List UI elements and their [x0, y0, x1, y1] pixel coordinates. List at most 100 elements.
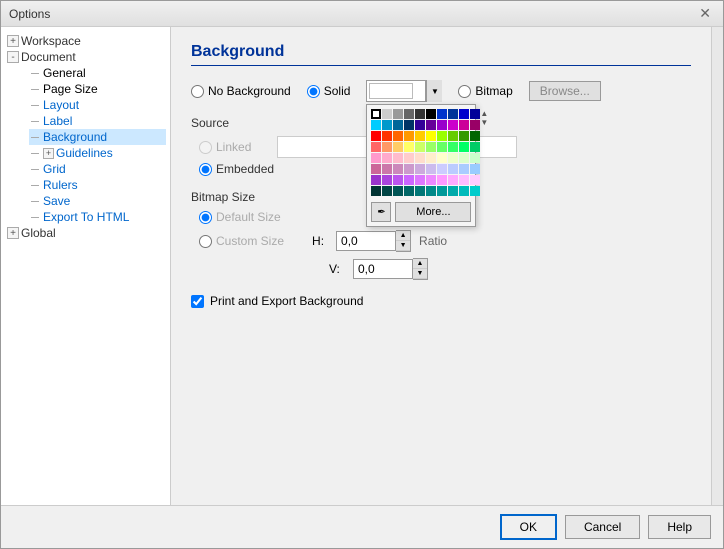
sidebar-item-grid[interactable]: Grid — [29, 161, 166, 177]
color-cell[interactable] — [371, 153, 381, 163]
color-cell[interactable] — [393, 164, 403, 174]
color-cell[interactable] — [382, 142, 392, 152]
sidebar-item-layout[interactable]: Layout — [29, 97, 166, 113]
sidebar-item-page-size[interactable]: Page Size — [29, 81, 166, 97]
linked-radio[interactable] — [199, 141, 212, 154]
color-cell[interactable] — [437, 186, 447, 196]
color-cell[interactable] — [404, 131, 414, 141]
sidebar-item-document[interactable]: - Document — [5, 49, 166, 65]
h-input[interactable] — [336, 231, 396, 251]
bitmap-radio[interactable] — [458, 85, 471, 98]
sidebar-item-save[interactable]: Save — [29, 193, 166, 209]
color-cell[interactable] — [393, 175, 403, 185]
color-cell[interactable] — [437, 131, 447, 141]
color-cell[interactable] — [448, 153, 458, 163]
cancel-button[interactable]: Cancel — [565, 515, 640, 539]
color-cell[interactable] — [404, 175, 414, 185]
color-cell[interactable] — [393, 120, 403, 130]
color-cell[interactable] — [371, 109, 381, 119]
toggle-global[interactable]: + — [7, 227, 19, 239]
v-input[interactable] — [353, 259, 413, 279]
h-down-button[interactable]: ▼ — [396, 241, 410, 251]
color-cell[interactable] — [426, 164, 436, 174]
color-cell[interactable] — [393, 131, 403, 141]
color-cell[interactable] — [437, 153, 447, 163]
color-cell[interactable] — [404, 153, 414, 163]
color-cell[interactable] — [470, 131, 480, 141]
color-cell[interactable] — [459, 164, 469, 174]
close-button[interactable]: ✕ — [695, 5, 715, 22]
toggle-guidelines[interactable]: + — [43, 148, 54, 159]
v-down-button[interactable]: ▼ — [413, 269, 427, 279]
help-button[interactable]: Help — [648, 515, 711, 539]
custom-size-option[interactable]: Custom Size — [199, 234, 284, 248]
more-colors-button[interactable]: More... — [395, 202, 471, 222]
color-cell[interactable] — [426, 175, 436, 185]
browse-button[interactable]: Browse... — [529, 81, 601, 101]
dropdown-arrow[interactable]: ▼ — [426, 80, 442, 102]
sidebar-item-rulers[interactable]: Rulers — [29, 177, 166, 193]
color-cell[interactable] — [393, 109, 403, 119]
toggle-document[interactable]: - — [7, 51, 19, 63]
default-size-radio[interactable] — [199, 211, 212, 224]
color-cell[interactable] — [382, 164, 392, 174]
h-up-button[interactable]: ▲ — [396, 231, 410, 241]
color-cell[interactable] — [448, 142, 458, 152]
color-cell[interactable] — [459, 120, 469, 130]
color-cell[interactable] — [448, 175, 458, 185]
color-cell[interactable] — [426, 131, 436, 141]
color-cell[interactable] — [382, 131, 392, 141]
color-cell[interactable] — [382, 120, 392, 130]
color-cell[interactable] — [371, 164, 381, 174]
color-cell[interactable] — [382, 109, 392, 119]
color-cell[interactable] — [415, 175, 425, 185]
color-cell[interactable] — [382, 153, 392, 163]
no-background-option[interactable]: No Background — [191, 84, 291, 98]
color-cell[interactable] — [415, 120, 425, 130]
color-cell[interactable] — [470, 186, 480, 196]
color-cell[interactable] — [437, 164, 447, 174]
color-cell[interactable] — [404, 164, 414, 174]
color-cell[interactable] — [382, 186, 392, 196]
ok-button[interactable]: OK — [500, 514, 557, 540]
color-cell[interactable] — [415, 142, 425, 152]
color-cell[interactable] — [415, 186, 425, 196]
custom-size-radio[interactable] — [199, 235, 212, 248]
color-cell[interactable] — [371, 186, 381, 196]
sidebar-item-background[interactable]: Background — [29, 129, 166, 145]
color-cell[interactable] — [448, 120, 458, 130]
color-cell[interactable] — [371, 142, 381, 152]
color-cell[interactable] — [404, 186, 414, 196]
color-cell[interactable] — [437, 175, 447, 185]
color-cell[interactable] — [437, 142, 447, 152]
color-cell[interactable] — [470, 153, 480, 163]
color-cell[interactable] — [426, 186, 436, 196]
sidebar-item-guidelines[interactable]: + Guidelines — [29, 145, 166, 161]
color-cell[interactable] — [426, 109, 436, 119]
scroll-down-arrow[interactable]: ▼ — [480, 118, 488, 127]
solid-option[interactable]: Solid — [307, 84, 351, 98]
color-cell[interactable] — [470, 175, 480, 185]
color-swatch-button[interactable] — [366, 80, 426, 102]
color-cell[interactable] — [459, 142, 469, 152]
sidebar-item-global[interactable]: + Global — [5, 225, 166, 241]
color-cell[interactable] — [404, 142, 414, 152]
color-cell[interactable] — [382, 175, 392, 185]
no-background-radio[interactable] — [191, 85, 204, 98]
solid-radio[interactable] — [307, 85, 320, 98]
embedded-radio[interactable] — [199, 163, 212, 176]
color-cell[interactable] — [459, 175, 469, 185]
color-cell[interactable] — [415, 153, 425, 163]
sidebar-item-general[interactable]: General — [29, 65, 166, 81]
color-cell[interactable] — [415, 164, 425, 174]
color-cell[interactable] — [415, 109, 425, 119]
bitmap-option[interactable]: Bitmap — [458, 84, 512, 98]
color-cell[interactable] — [448, 186, 458, 196]
color-cell[interactable] — [459, 153, 469, 163]
color-cell[interactable] — [470, 109, 480, 119]
color-cell[interactable] — [404, 120, 414, 130]
color-cell[interactable] — [470, 164, 480, 174]
sidebar-item-workspace[interactable]: + Workspace — [5, 33, 166, 49]
color-cell[interactable] — [393, 142, 403, 152]
color-cell[interactable] — [459, 186, 469, 196]
